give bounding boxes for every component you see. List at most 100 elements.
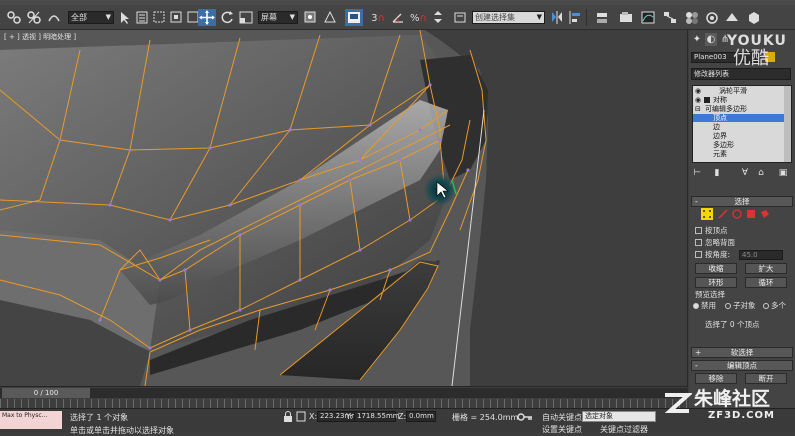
scene-explorer-icon[interactable]: [618, 9, 634, 26]
angle-snap-icon[interactable]: [390, 9, 406, 26]
edit-vertices-rollout-header[interactable]: - 编辑顶点: [691, 360, 793, 371]
modify-tab-icon[interactable]: ◐: [705, 33, 717, 46]
named-selection-sets-dropdown[interactable]: 创建选择集 ▼: [472, 11, 545, 24]
selection-status-text: 选择了 1 个对象: [70, 413, 129, 422]
mirror-icon[interactable]: [550, 9, 564, 26]
absolute-relative-toggle-icon[interactable]: [295, 410, 307, 423]
reference-coordinate-dropdown[interactable]: 屏幕 ▼: [258, 11, 298, 24]
stack-item-vertex[interactable]: 顶点: [693, 114, 785, 122]
polygon-level-icon[interactable]: [745, 208, 757, 220]
by-angle-checkbox[interactable]: 按角度:: [695, 250, 730, 260]
preview-subobject-radio[interactable]: 子对象: [725, 301, 756, 311]
loop-button[interactable]: 循环: [745, 277, 787, 288]
make-unique-icon[interactable]: ∀: [739, 167, 751, 180]
ring-button[interactable]: 环形: [695, 277, 737, 288]
align-icon[interactable]: [568, 9, 582, 26]
stack-item-element[interactable]: 元素: [693, 150, 785, 158]
snaps-toggle-icon[interactable]: 3∩: [370, 9, 386, 26]
z-coord-label: Z:: [398, 412, 407, 421]
by-angle-spinner[interactable]: 45.0: [739, 250, 783, 260]
pin-stack-icon[interactable]: ⊢: [691, 167, 703, 180]
select-and-move-icon[interactable]: [198, 9, 216, 26]
grid-size-text: 栅格 = 254.0mm: [452, 413, 519, 422]
stack-tools: ⊢ ▮ ∀ ⌂ ▣: [691, 167, 793, 181]
z-coord-field[interactable]: 0.0mm: [406, 411, 436, 422]
by-vertex-checkbox[interactable]: 按顶点: [695, 226, 728, 236]
select-and-scale-icon[interactable]: [238, 9, 254, 26]
main-toolbar: 全部 ▼ 屏幕 ▼ 3∩ %∩ 创建选择集 ▼: [0, 5, 795, 30]
select-and-link-icon[interactable]: [6, 9, 22, 26]
remove-button[interactable]: 移除: [695, 373, 737, 384]
selection-count-text: 选择了 0 个顶点: [705, 320, 760, 329]
maxscript-mini-listener[interactable]: Max to Physc...: [0, 411, 62, 429]
render-production-icon[interactable]: [746, 9, 762, 26]
ignore-backfacing-checkbox[interactable]: 忽略背面: [695, 238, 735, 248]
pivot-point-icon[interactable]: [302, 9, 318, 26]
viewport-label[interactable]: [ + ] 透视 ] 明暗处理 ]: [4, 32, 76, 42]
render-setup-icon[interactable]: [704, 9, 720, 26]
bind-space-warp-icon[interactable]: [46, 9, 62, 26]
window-crossing-icon[interactable]: [169, 9, 183, 26]
grow-button[interactable]: 扩大: [745, 263, 787, 274]
command-panel: ✦ ◐ ⋔ Plane003 修改器列表 ◉ 涡轮平滑 ◉ 对称 ⊟ 可编辑多边…: [689, 30, 795, 408]
border-level-icon[interactable]: [731, 208, 743, 220]
remove-modifier-icon[interactable]: ⌂: [755, 167, 767, 180]
rendered-frame-window-icon[interactable]: [724, 9, 740, 26]
select-and-manipulate-icon[interactable]: [322, 9, 338, 26]
y-coord-field[interactable]: 1718.55mm: [354, 411, 400, 422]
create-tab-icon[interactable]: ✦: [691, 33, 703, 46]
preview-selection-label: 预览选择: [695, 290, 725, 299]
time-slider-area: 0 / 100: [0, 386, 688, 408]
stack-item-edge[interactable]: 边: [693, 123, 785, 131]
set-key-button[interactable]: 设置关键点: [542, 424, 582, 435]
preview-multiple-radio[interactable]: 多个: [763, 301, 786, 311]
youku-watermark: YOUKU 优酷: [727, 33, 787, 69]
perspective-viewport[interactable]: [ + ] 透视 ] 明暗处理 ]: [0, 30, 688, 386]
lock-selection-icon[interactable]: [282, 410, 294, 423]
stack-item-symmetry[interactable]: ◉ 对称: [693, 96, 785, 104]
edge-level-icon[interactable]: [717, 208, 729, 220]
show-end-result-icon[interactable]: ▮: [711, 167, 723, 180]
layer-manager-icon[interactable]: [594, 9, 610, 26]
auto-key-button[interactable]: 自动关键点: [542, 412, 582, 423]
selection-rollout-header[interactable]: - 选择: [691, 196, 793, 207]
edit-named-selection-icon[interactable]: [452, 9, 468, 26]
x-coord-label: X:: [309, 412, 318, 421]
stack-scrollbar[interactable]: [784, 86, 791, 162]
modifier-list-dropdown[interactable]: 修改器列表: [691, 68, 791, 80]
modifier-stack: ◉ 涡轮平滑 ◉ 对称 ⊟ 可编辑多边形 顶点 边 边界 多边形 元素: [692, 85, 792, 163]
configure-modifier-sets-icon[interactable]: ▣: [777, 167, 789, 180]
keyboard-shortcut-override-icon[interactable]: [345, 9, 363, 26]
stack-item-turbosmooth[interactable]: ◉ 涡轮平滑: [693, 87, 785, 95]
curve-editor-icon[interactable]: [640, 9, 656, 26]
selection-filter-dropdown[interactable]: 全部 ▼: [68, 11, 114, 24]
percent-snap-icon[interactable]: %∩: [410, 9, 427, 26]
time-slider[interactable]: 0 / 100: [0, 388, 688, 398]
zhufeng-watermark: 朱峰社区 ZF3D.COM: [694, 388, 775, 421]
select-by-name-icon[interactable]: [135, 9, 149, 26]
stack-item-polygon[interactable]: 多边形: [693, 141, 785, 149]
spinner-snap-icon[interactable]: [430, 9, 446, 26]
shrink-button[interactable]: 收缩: [695, 263, 737, 274]
element-level-icon[interactable]: [759, 208, 771, 220]
key-mode-icon[interactable]: [516, 410, 534, 423]
select-object-icon[interactable]: [118, 9, 132, 26]
car-mesh-wireframe[interactable]: [0, 30, 688, 386]
unlink-icon[interactable]: [26, 9, 42, 26]
soft-selection-rollout-header[interactable]: + 软选择: [691, 347, 793, 358]
time-slider-thumb[interactable]: 0 / 100: [2, 388, 90, 398]
schematic-view-icon[interactable]: [662, 9, 678, 26]
stack-item-editable-poly[interactable]: ⊟ 可编辑多边形: [693, 105, 785, 113]
stack-item-border[interactable]: 边界: [693, 132, 785, 140]
y-coord-label-text: Y:: [346, 412, 353, 421]
track-bar[interactable]: [0, 399, 688, 408]
rectangular-selection-icon[interactable]: [152, 9, 166, 26]
break-button[interactable]: 断开: [745, 373, 787, 384]
subobject-level-buttons: [697, 207, 787, 221]
material-editor-icon[interactable]: [684, 9, 700, 26]
select-and-rotate-icon[interactable]: [219, 9, 235, 26]
selected-objects-dropdown[interactable]: 选定对象: [582, 411, 656, 422]
vertex-level-icon[interactable]: [701, 208, 713, 220]
preview-disabled-radio[interactable]: 禁用: [693, 301, 716, 311]
key-filters-button[interactable]: 关键点过滤器: [600, 424, 648, 435]
